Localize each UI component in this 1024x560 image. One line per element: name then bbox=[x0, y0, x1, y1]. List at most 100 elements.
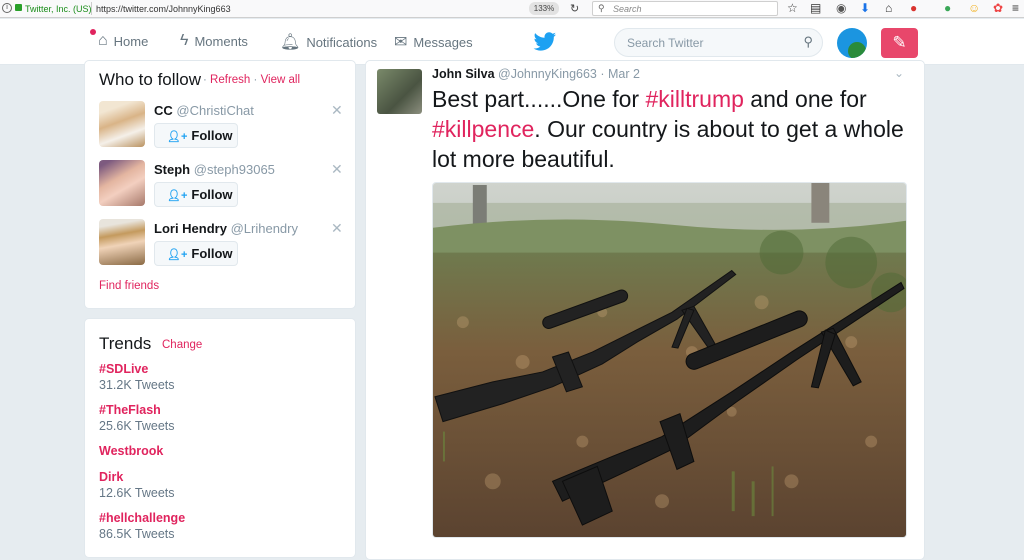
adblock-icon[interactable]: ● bbox=[910, 1, 917, 15]
tweet-card[interactable]: John Silva @JohnnyKing663 · Mar 2 ⌄ Best… bbox=[365, 60, 925, 560]
add-user-icon: 👤︎+ bbox=[167, 190, 188, 202]
user-name-line[interactable]: CC @ChristiChat bbox=[154, 103, 254, 118]
trend-name: Dirk bbox=[99, 470, 124, 484]
browser-search-placeholder: Search bbox=[613, 4, 642, 14]
suggested-user: CC @ChristiChat ✕ 👤︎+ Follow bbox=[99, 101, 349, 157]
profile-avatar[interactable] bbox=[837, 28, 867, 58]
hashtag-link[interactable]: #killpence bbox=[432, 116, 534, 142]
reading-list-icon[interactable]: ▤ bbox=[810, 1, 821, 15]
nav-notifications-label: Notifications bbox=[306, 34, 378, 50]
lightning-icon: ϟ bbox=[180, 32, 189, 49]
zoom-level[interactable]: 133% bbox=[529, 2, 559, 15]
tweet-author-name[interactable]: John Silva bbox=[432, 67, 495, 81]
info-icon[interactable]: i bbox=[2, 3, 12, 13]
compose-icon: ✎ bbox=[892, 33, 907, 52]
add-user-icon: 👤︎+ bbox=[167, 131, 188, 143]
tweet-avatar[interactable] bbox=[377, 69, 422, 114]
notification-dot bbox=[90, 29, 96, 35]
add-user-icon: 👤︎+ bbox=[167, 249, 188, 261]
user-handle: @ChristiChat bbox=[176, 103, 254, 118]
trend-count: 12.6K Tweets bbox=[99, 486, 175, 500]
trend-item[interactable]: Westbrook bbox=[99, 444, 163, 458]
tweet-author-handle[interactable]: @JohnnyKing663 bbox=[498, 67, 597, 81]
trend-item[interactable]: Dirk 12.6K Tweets bbox=[99, 470, 175, 500]
user-name: CC bbox=[154, 103, 173, 118]
find-friends-link[interactable]: Find friends bbox=[99, 280, 159, 292]
trend-count: 31.2K Tweets bbox=[99, 378, 175, 392]
nav-home-label: Home bbox=[113, 33, 149, 49]
who-to-follow-title: Who to follow bbox=[99, 70, 202, 89]
user-name: Steph bbox=[154, 162, 191, 177]
follow-button[interactable]: 👤︎+ Follow bbox=[154, 241, 238, 266]
nav-moments[interactable]: ϟ Moments bbox=[180, 32, 248, 50]
tweet-date[interactable]: · Mar 2 bbox=[600, 67, 640, 81]
twitter-bird-icon[interactable] bbox=[533, 31, 557, 53]
user-handle: @Lrihendry bbox=[230, 221, 298, 236]
follow-button[interactable]: 👤︎+ Follow bbox=[154, 182, 238, 207]
user-name-line[interactable]: Steph @steph93065 bbox=[154, 162, 275, 177]
trend-count: 25.6K Tweets bbox=[99, 419, 175, 433]
menu-icon[interactable]: ≡ bbox=[1012, 1, 1019, 15]
site-identity[interactable]: Twitter, Inc. (US) bbox=[25, 4, 92, 14]
trend-name: #hellchallenge bbox=[99, 511, 186, 525]
follow-button[interactable]: 👤︎+ Follow bbox=[154, 123, 238, 148]
trends-title: Trends bbox=[99, 334, 152, 353]
view-all-link[interactable]: View all bbox=[261, 74, 300, 86]
search-icon: ⚲ bbox=[598, 3, 605, 13]
trend-name: #SDLive bbox=[99, 362, 149, 376]
avatar[interactable] bbox=[99, 160, 145, 206]
trends-change-link[interactable]: Change bbox=[162, 339, 202, 351]
close-icon[interactable]: ✕ bbox=[331, 161, 343, 178]
browser-url-bar: i Twitter, Inc. (US) https://twitter.com… bbox=[0, 0, 1024, 18]
nav-notifications[interactable]: 🔔︎ Notifications bbox=[280, 32, 377, 52]
home-icon: ⌂ bbox=[98, 32, 108, 49]
trend-item[interactable]: #hellchallenge 86.5K Tweets bbox=[99, 511, 185, 541]
close-icon[interactable]: ✕ bbox=[331, 220, 343, 237]
browser-search-input[interactable]: ⚲ Search bbox=[592, 1, 778, 16]
top-navigation: ⌂ Home ϟ Moments 🔔︎ Notifications ✉ Mess… bbox=[0, 19, 1024, 65]
tweet-header: John Silva @JohnnyKing663 · Mar 2 bbox=[432, 67, 640, 81]
color-extension-icon[interactable]: ✿ bbox=[993, 1, 1003, 15]
nav-moments-label: Moments bbox=[194, 33, 248, 49]
trend-count: 86.5K Tweets bbox=[99, 527, 175, 541]
emoji-extension-icon[interactable]: ☺ bbox=[968, 1, 980, 15]
lock-icon[interactable] bbox=[15, 4, 22, 11]
refresh-link[interactable]: Refresh bbox=[210, 74, 250, 86]
twitter-search-input[interactable]: Search Twitter ⚲ bbox=[614, 28, 823, 57]
nav-messages[interactable]: ✉ Messages bbox=[394, 32, 473, 52]
divider bbox=[91, 2, 92, 15]
who-to-follow-links: · Refresh · View all bbox=[203, 74, 300, 86]
trend-name: Westbrook bbox=[99, 444, 164, 458]
trend-item[interactable]: #SDLive 31.2K Tweets bbox=[99, 362, 175, 392]
nav-home[interactable]: ⌂ Home bbox=[98, 32, 148, 50]
nav-messages-label: Messages bbox=[413, 34, 473, 50]
extension-icon[interactable]: ● bbox=[944, 1, 951, 15]
user-handle: @steph93065 bbox=[193, 162, 275, 177]
trend-name: #TheFlash bbox=[99, 403, 161, 417]
home-icon[interactable]: ⌂ bbox=[885, 1, 892, 15]
avatar[interactable] bbox=[99, 101, 145, 147]
chevron-down-icon[interactable]: ⌄ bbox=[894, 66, 904, 80]
tweet-text: Best part......One for #killtrump and on… bbox=[432, 86, 904, 172]
user-name: Lori Hendry bbox=[154, 221, 227, 236]
bell-icon: 🔔︎ bbox=[280, 34, 301, 51]
compose-tweet-button[interactable]: ✎ bbox=[881, 28, 918, 58]
who-to-follow-card: Who to follow · Refresh · View all CC @C… bbox=[84, 60, 356, 309]
envelope-icon: ✉ bbox=[394, 34, 408, 51]
bookmark-star-icon[interactable]: ☆ bbox=[787, 1, 798, 15]
reload-icon[interactable]: ↻ bbox=[570, 2, 579, 15]
download-icon[interactable]: ⬇ bbox=[860, 1, 870, 15]
pocket-icon[interactable]: ◉ bbox=[836, 1, 846, 15]
trends-card: Trends Change #SDLive 31.2K Tweets #TheF… bbox=[84, 318, 356, 558]
hashtag-link[interactable]: #killtrump bbox=[645, 86, 743, 112]
tweet-photo[interactable] bbox=[432, 182, 907, 538]
twitter-search-placeholder: Search Twitter bbox=[627, 36, 704, 50]
trend-item[interactable]: #TheFlash 25.6K Tweets bbox=[99, 403, 175, 433]
user-name-line[interactable]: Lori Hendry @Lrihendry bbox=[154, 221, 298, 236]
url-field[interactable]: https://twitter.com/JohnnyKing663 bbox=[96, 4, 231, 14]
search-icon[interactable]: ⚲ bbox=[803, 34, 813, 50]
close-icon[interactable]: ✕ bbox=[331, 102, 343, 119]
suggested-user: Lori Hendry @Lrihendry ✕ 👤︎+ Follow bbox=[99, 219, 349, 275]
avatar[interactable] bbox=[99, 219, 145, 265]
suggested-user: Steph @steph93065 ✕ 👤︎+ Follow bbox=[99, 160, 349, 216]
